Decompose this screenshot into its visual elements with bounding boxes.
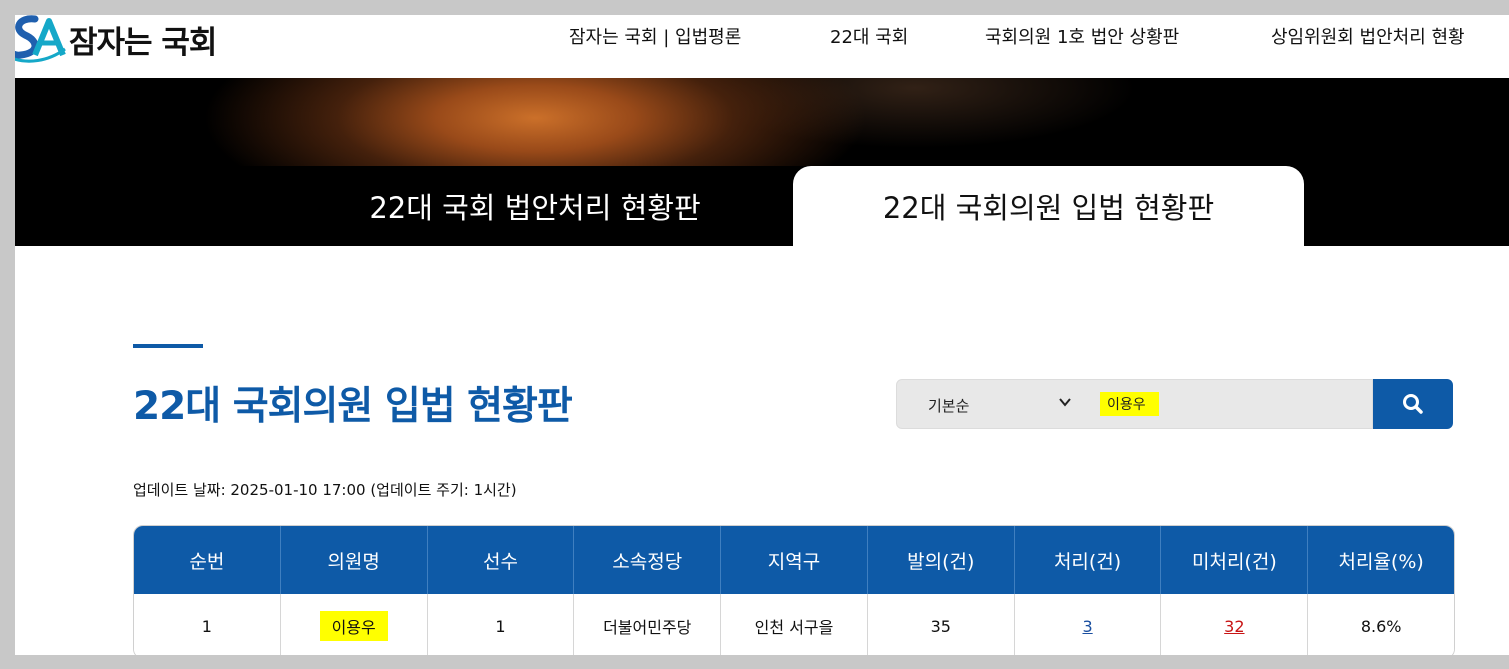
nav-item-committee[interactable]: 상임위원회 법안처리 현황 [1271, 23, 1465, 48]
tab-legislator-status[interactable]: 22대 국회의원 입법 현황판 [793, 166, 1304, 246]
column-header[interactable]: 순번 [134, 526, 281, 594]
cell-rank-value: 1 [201, 616, 212, 636]
sort-select[interactable]: 기본순 [896, 379, 1094, 429]
column-header[interactable]: 처리율(%) [1308, 526, 1454, 594]
member-name-link[interactable]: 이용우 [319, 611, 388, 641]
cell-rank: 1 [134, 594, 281, 655]
column-header[interactable]: 소속정당 [574, 526, 722, 594]
table-row: 1 이용우 1 더불어민주당 인천 서구을 35 3 32 8.6% [134, 594, 1454, 655]
cell-district: 인천 서구을 [721, 594, 868, 655]
search-query-value: 이용우 [1100, 392, 1159, 416]
page: 잠자는 국회 잠자는 국회 | 입법평론 22대 국회 국회의원 1호 법안 상… [15, 15, 1509, 655]
cell-proposed: 35 [868, 594, 1015, 655]
table-header: 순번 의원명 선수 소속정당 지역구 발의(건) 처리(건) 미처리(건) 처리… [134, 526, 1454, 594]
column-header[interactable]: 미처리(건) [1161, 526, 1309, 594]
cell-party: 더불어민주당 [574, 594, 722, 655]
sa-logo-icon [15, 15, 66, 63]
cell-party-value: 더불어민주당 [603, 618, 692, 637]
cell-processed: 3 [1015, 594, 1162, 655]
column-header[interactable]: 지역구 [721, 526, 868, 594]
search-bar: 기본순 이용우 [896, 379, 1453, 429]
sort-selected-label: 기본순 [928, 397, 970, 415]
title-accent-bar [133, 344, 203, 348]
cell-terms-value: 1 [495, 616, 506, 636]
legislator-table: 순번 의원명 선수 소속정당 지역구 발의(건) 처리(건) 미처리(건) 처리… [133, 525, 1455, 655]
unprocessed-count-link[interactable]: 32 [1224, 617, 1244, 636]
site-header: 잠자는 국회 잠자는 국회 | 입법평론 22대 국회 국회의원 1호 법안 상… [15, 15, 1509, 78]
search-icon [1403, 394, 1423, 414]
cell-rate: 8.6% [1308, 594, 1454, 655]
site-logo[interactable]: 잠자는 국회 [15, 15, 217, 69]
tab-bill-status[interactable]: 22대 국회 법안처리 현황판 [295, 166, 775, 246]
column-header[interactable]: 의원명 [281, 526, 428, 594]
cell-member-name: 이용우 [281, 594, 428, 655]
update-info: 업데이트 날짜: 2025-01-10 17:00 (업데이트 주기: 1시간) [133, 481, 517, 499]
hero-banner: 22대 국회 법안처리 현황판 22대 국회의원 입법 현황판 [15, 78, 1509, 246]
logo-text: 잠자는 국회 [69, 24, 217, 61]
cell-unprocessed: 32 [1161, 594, 1309, 655]
cell-rate-value: 8.6% [1360, 616, 1402, 636]
column-header[interactable]: 처리(건) [1015, 526, 1162, 594]
cell-district-value: 인천 서구을 [754, 618, 834, 637]
column-header[interactable]: 선수 [428, 526, 575, 594]
nav-item-first-bill[interactable]: 국회의원 1호 법안 상황판 [985, 23, 1179, 48]
chevron-down-icon [1059, 398, 1071, 407]
cell-terms: 1 [428, 594, 575, 655]
cell-proposed-value: 35 [930, 616, 951, 636]
search-input[interactable]: 이용우 [1093, 379, 1373, 429]
processed-count-link[interactable]: 3 [1082, 617, 1092, 636]
nav-item-22nd-assembly[interactable]: 22대 국회 [830, 23, 908, 48]
search-button[interactable] [1373, 379, 1453, 429]
column-header[interactable]: 발의(건) [868, 526, 1015, 594]
page-title: 22대 국회의원 입법 현황판 [133, 384, 573, 429]
nav-item-review[interactable]: 잠자는 국회 | 입법평론 [569, 23, 741, 48]
